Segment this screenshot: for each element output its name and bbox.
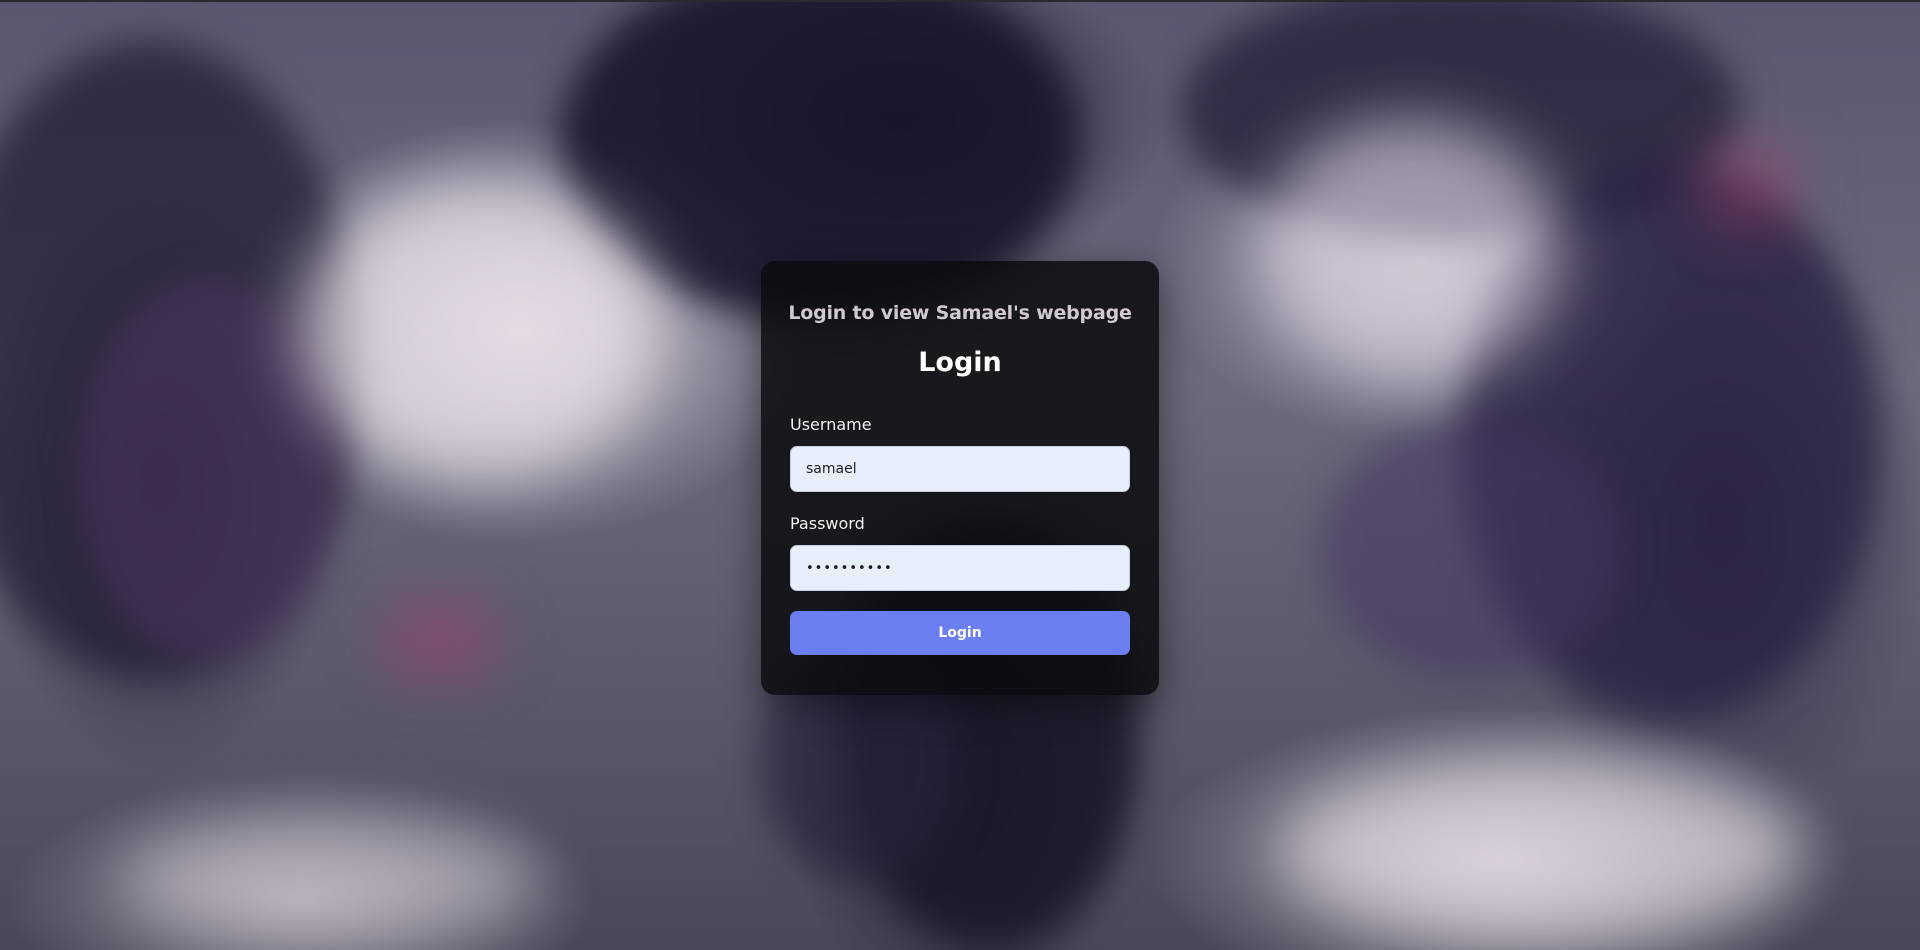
login-button[interactable]: Login xyxy=(790,611,1130,655)
login-subtitle: Login to view Samael's webpage xyxy=(788,302,1132,324)
ember-glow xyxy=(1700,140,1800,230)
light-glow xyxy=(1260,120,1560,380)
light-glow xyxy=(300,180,660,480)
light-glow xyxy=(1280,760,1800,940)
password-label: Password xyxy=(790,514,865,533)
login-title: Login xyxy=(918,347,1002,378)
light-glow xyxy=(120,820,540,940)
storm-cloud-shape xyxy=(1320,420,1620,680)
password-input[interactable] xyxy=(790,545,1130,591)
username-input[interactable] xyxy=(790,446,1130,492)
window-top-border xyxy=(0,0,1920,2)
login-card: Login to view Samael's webpage Login Use… xyxy=(761,261,1159,695)
username-label: Username xyxy=(790,415,872,434)
ember-glow xyxy=(380,600,500,680)
